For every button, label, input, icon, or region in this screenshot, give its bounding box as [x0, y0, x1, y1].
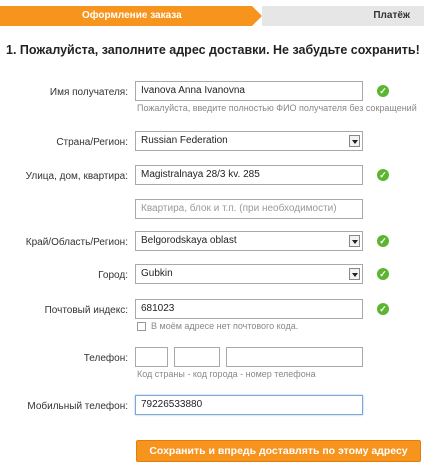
check-circle-icon: ✓: [377, 169, 389, 181]
check-circle-icon: ✓: [377, 268, 389, 280]
chevron-down-icon: [349, 135, 360, 147]
check-circle-icon: ✓: [377, 85, 389, 97]
phone-number-input[interactable]: [226, 347, 363, 367]
street-input[interactable]: Magistralnaya 28/3 kv. 285: [135, 165, 363, 185]
check-circle-icon: ✓: [377, 303, 389, 315]
country-select[interactable]: Russian Federation: [135, 131, 363, 151]
recipient-label: Имя получателя:: [49, 87, 128, 98]
step-arrow: [252, 6, 262, 26]
zip-input[interactable]: 681023: [135, 299, 363, 319]
region-label: Край/Область/Регион:: [25, 237, 128, 248]
country-value: Russian Federation: [141, 135, 228, 146]
city-value: Gubkin: [141, 268, 173, 279]
phone-country-input[interactable]: [135, 347, 168, 367]
region-value: Belgorodskaya oblast: [141, 235, 237, 246]
phone-city-input[interactable]: [174, 347, 220, 367]
recipient-hint: Пожалуйста, введите полностью ФИО получа…: [137, 103, 417, 113]
step-payment: Платёж: [262, 6, 424, 26]
no-zip-checkbox[interactable]: [137, 322, 146, 331]
region-select[interactable]: Belgorodskaya oblast: [135, 231, 363, 251]
check-circle-icon: ✓: [377, 235, 389, 247]
city-label: Город:: [98, 270, 128, 281]
chevron-down-icon: [349, 235, 360, 247]
page-title: 1. Пожалуйста, заполните адрес доставки.…: [6, 43, 420, 57]
phone-hint: Код страны - код города - номер телефона: [137, 369, 316, 379]
street-line2-input[interactable]: Квартира, блок и т.п. (при необходимости…: [135, 199, 363, 219]
street-label: Улица, дом, квартира:: [25, 171, 128, 182]
step-order: Оформление заказа: [0, 6, 252, 26]
no-zip-label: В моём адресе нет почтового кода.: [151, 321, 299, 331]
zip-label: Почтовый индекс:: [44, 305, 128, 316]
city-select[interactable]: Gubkin: [135, 264, 363, 284]
phone-label: Телефон:: [83, 353, 128, 364]
country-label: Страна/Регион:: [56, 137, 128, 148]
save-button[interactable]: Сохранить и впредь доставлять по этому а…: [136, 440, 421, 462]
checkout-steps: Оформление заказа Платёж: [0, 6, 424, 26]
recipient-input[interactable]: Ivanova Anna Ivanovna: [135, 81, 363, 101]
mobile-label: Мобильный телефон:: [27, 401, 128, 412]
chevron-down-icon: [349, 268, 360, 280]
mobile-input[interactable]: 79226533880: [135, 395, 363, 415]
